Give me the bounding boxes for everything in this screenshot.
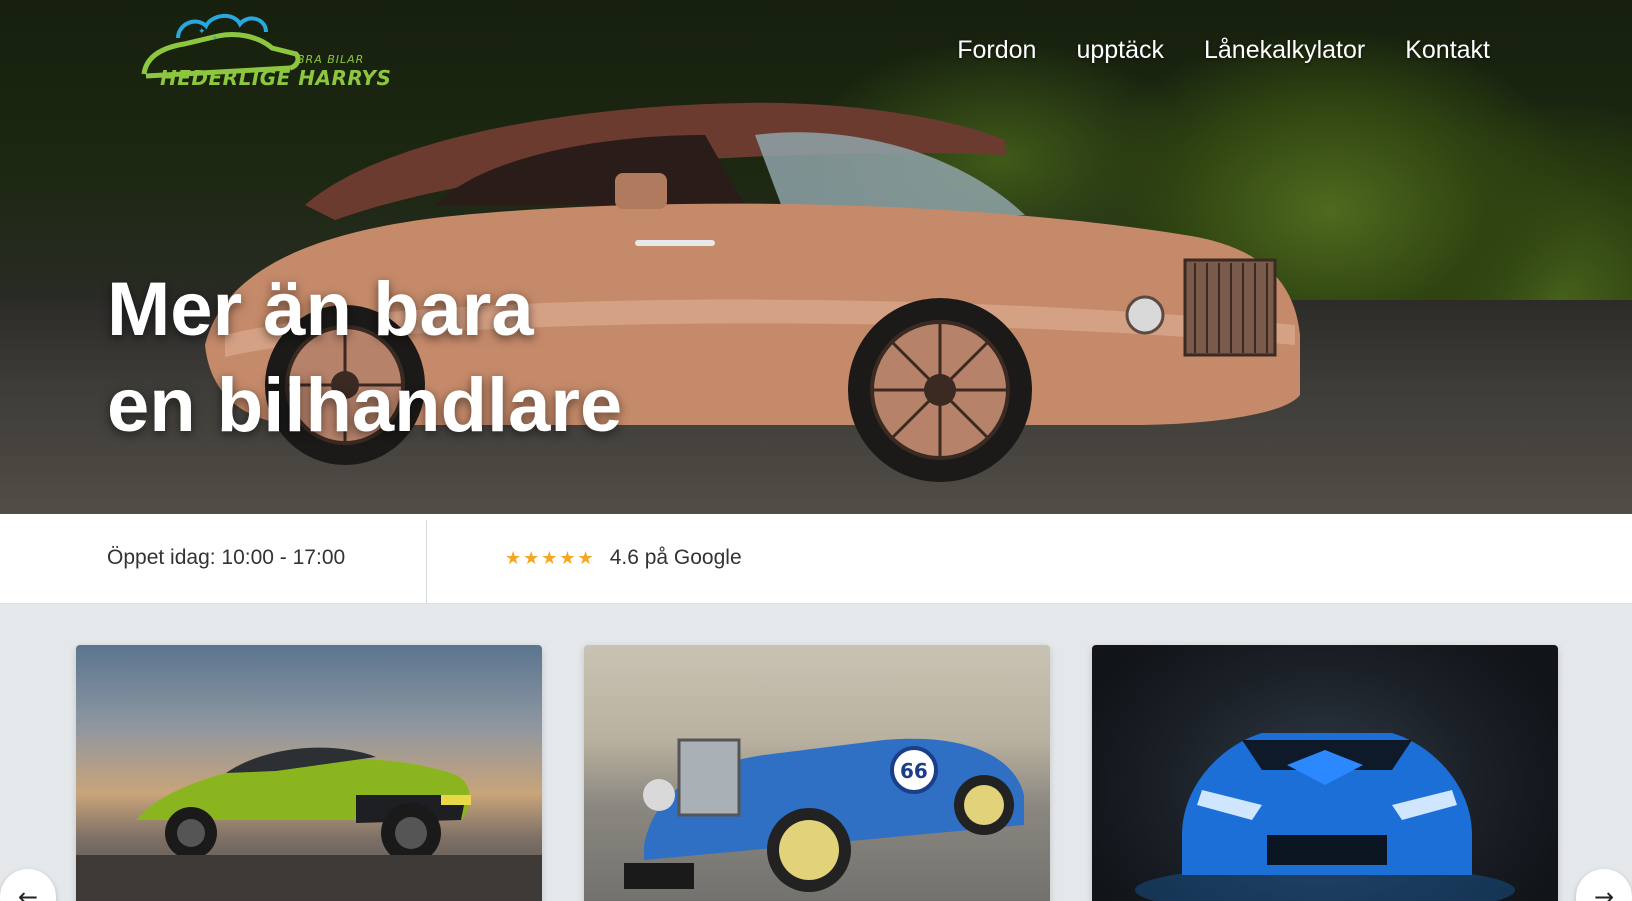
vehicle-card-blue-sports-car[interactable] (1092, 645, 1558, 901)
star-rating-icon: ★★★★★ (505, 547, 596, 569)
brand-tagline: BRA BILAR (297, 53, 365, 66)
hero-title-line1: Mer än bara (107, 267, 534, 352)
svg-text:66: 66 (900, 759, 928, 783)
vehicle-carousel: 66 (0, 604, 1632, 901)
brand-name: HEDERLIGE HARRYS (160, 66, 392, 90)
hero-title-line2: en bilhandlare (107, 363, 623, 448)
blue-sports-car-image (1135, 733, 1515, 901)
rating-text: 4.6 på Google (609, 546, 742, 569)
svg-text:✦: ✦ (198, 27, 206, 37)
nav-item-fordon[interactable]: Fordon (957, 36, 1036, 65)
nav-item-kontakt[interactable]: Kontakt (1405, 36, 1490, 65)
info-divider (426, 520, 427, 604)
main-nav: Fordon upptäck Lånekalkylator Kontakt (957, 36, 1490, 65)
svg-text:✦: ✦ (212, 34, 218, 42)
blue-vintage-roadster-image: 66 (624, 738, 1024, 892)
vehicle-card-green-supercar[interactable] (76, 645, 542, 901)
google-rating[interactable]: ★★★★★ 4.6 på Google (505, 546, 742, 570)
green-supercar-image (76, 747, 542, 901)
opening-hours: Öppet idag: 10:00 - 17:00 (107, 546, 346, 569)
nav-item-upptack[interactable]: upptäck (1076, 36, 1164, 65)
hero-title: Mer än bara en bilhandlare (107, 262, 622, 454)
nav-item-lanekalkylator[interactable]: Lånekalkylator (1204, 36, 1365, 65)
info-bar: Öppet idag: 10:00 - 17:00 ★★★★★ 4.6 på G… (0, 514, 1632, 604)
vehicle-card-blue-vintage-roadster[interactable]: 66 (584, 645, 1050, 901)
hero-banner: ✦ ✦ BRA BILAR HEDERLIGE HARRYS Fordon up… (0, 0, 1632, 514)
